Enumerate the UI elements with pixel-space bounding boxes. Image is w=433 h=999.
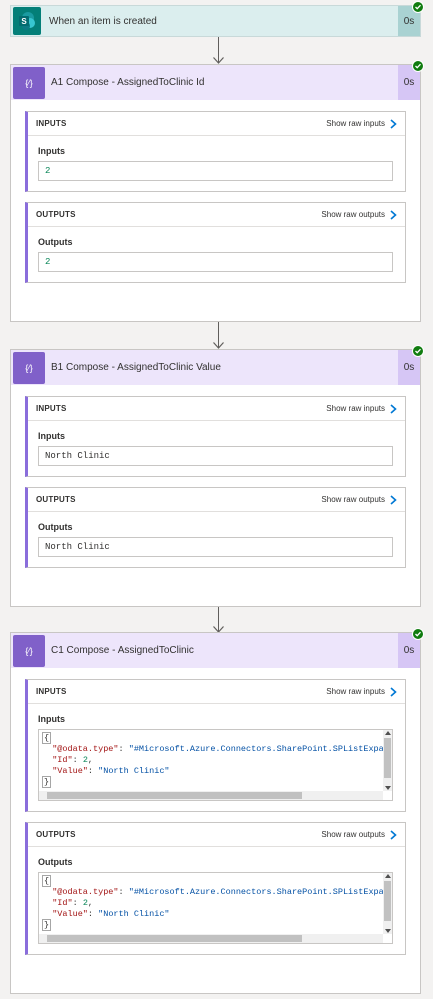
show-raw-outputs-label: Show raw outputs <box>321 210 385 219</box>
show-raw-outputs-link[interactable]: Show raw outputs <box>321 829 397 840</box>
svg-text:S: S <box>21 17 27 26</box>
scroll-up-icon[interactable] <box>385 731 391 735</box>
json-key: "Id" <box>52 898 73 908</box>
compose-step-c1[interactable]: {⁄} C1 Compose - AssignedToClinic 0s INP… <box>10 628 424 994</box>
compose-step-b1[interactable]: {⁄} B1 Compose - AssignedToClinic Value … <box>10 345 424 607</box>
json-key: "Value" <box>52 766 88 776</box>
horizontal-scrollbar[interactable] <box>39 791 383 800</box>
outputs-header: OUTPUTS <box>36 495 76 504</box>
show-raw-inputs-label: Show raw inputs <box>326 119 385 128</box>
chevron-right-icon <box>390 209 397 220</box>
inputs-value: 2 <box>38 161 393 181</box>
outputs-section: OUTPUTS Show raw outputs Outputs North C… <box>25 487 406 568</box>
outputs-section: OUTPUTS Show raw outputs Outputs 2 <box>25 202 406 283</box>
trigger-title: When an item is created <box>49 15 157 27</box>
chevron-right-icon <box>390 686 397 697</box>
success-check-icon <box>412 628 424 640</box>
show-raw-inputs-label: Show raw inputs <box>326 687 385 696</box>
inputs-json-editor[interactable]: { "@odata.type": "#Microsoft.Azure.Conne… <box>38 729 393 801</box>
outputs-value: 2 <box>38 252 393 272</box>
outputs-header: OUTPUTS <box>36 830 76 839</box>
vertical-scrollbar[interactable] <box>383 873 392 934</box>
step-title: B1 Compose - AssignedToClinic Value <box>51 362 221 373</box>
inputs-header: INPUTS <box>36 119 67 128</box>
json-close-brace: } <box>42 919 52 931</box>
json-open-brace: { <box>42 875 52 887</box>
show-raw-inputs-link[interactable]: Show raw inputs <box>326 686 397 697</box>
arrow-down-icon <box>213 342 224 349</box>
show-raw-inputs-link[interactable]: Show raw inputs <box>326 118 397 129</box>
show-raw-outputs-label: Show raw outputs <box>321 495 385 504</box>
outputs-label: Outputs <box>38 237 73 247</box>
json-key: "Id" <box>52 755 73 765</box>
json-key: "@odata.type" <box>52 887 119 897</box>
trigger-card[interactable]: S When an item is created 0s <box>10 1 424 37</box>
sharepoint-icon: S <box>13 7 41 35</box>
outputs-section: OUTPUTS Show raw outputs Outputs { "@oda… <box>25 822 406 955</box>
outputs-json-editor[interactable]: { "@odata.type": "#Microsoft.Azure.Conne… <box>38 872 393 944</box>
show-raw-inputs-link[interactable]: Show raw inputs <box>326 403 397 414</box>
outputs-label: Outputs <box>38 522 73 532</box>
inputs-header: INPUTS <box>36 404 67 413</box>
horizontal-scrollbar[interactable] <box>39 934 383 943</box>
show-raw-outputs-link[interactable]: Show raw outputs <box>321 209 397 220</box>
success-check-icon <box>412 60 424 72</box>
vertical-scrollbar[interactable] <box>383 730 392 791</box>
inputs-section: INPUTS Show raw inputs Inputs 2 <box>25 111 406 192</box>
json-open-brace: { <box>42 732 52 744</box>
compose-icon: {⁄} <box>13 351 45 384</box>
json-key: "@odata.type" <box>52 744 119 754</box>
scroll-up-icon[interactable] <box>385 874 391 878</box>
step-header[interactable]: {⁄} B1 Compose - AssignedToClinic Value … <box>11 350 420 385</box>
compose-step-a1[interactable]: {⁄} A1 Compose - AssignedToClinic Id 0s … <box>10 60 424 322</box>
show-raw-outputs-label: Show raw outputs <box>321 830 385 839</box>
json-value: 2 <box>82 755 88 765</box>
json-value: "North Clinic" <box>98 909 170 919</box>
chevron-right-icon <box>390 118 397 129</box>
inputs-value: North Clinic <box>38 446 393 466</box>
scroll-down-icon[interactable] <box>385 786 391 790</box>
json-value: "North Clinic" <box>98 766 170 776</box>
svg-text:{⁄}: {⁄} <box>25 363 33 373</box>
success-check-icon <box>412 1 424 13</box>
step-title: C1 Compose - AssignedToClinic <box>51 645 194 656</box>
svg-text:{⁄}: {⁄} <box>25 646 33 656</box>
step-title: A1 Compose - AssignedToClinic Id <box>51 77 205 88</box>
svg-text:{⁄}: {⁄} <box>25 78 33 88</box>
show-raw-inputs-label: Show raw inputs <box>326 404 385 413</box>
inputs-label: Inputs <box>38 146 65 156</box>
arrow-down-icon <box>213 57 224 64</box>
json-value: "#Microsoft.Azure.Connectors.SharePoint.… <box>128 744 384 754</box>
show-raw-outputs-link[interactable]: Show raw outputs <box>321 494 397 505</box>
json-close-brace: } <box>42 776 52 788</box>
chevron-right-icon <box>390 403 397 414</box>
compose-icon: {⁄} <box>13 634 45 667</box>
success-check-icon <box>412 345 424 357</box>
json-value: 2 <box>82 898 88 908</box>
chevron-right-icon <box>390 494 397 505</box>
inputs-section: INPUTS Show raw inputs Inputs { "@odata.… <box>25 679 406 812</box>
inputs-header: INPUTS <box>36 687 67 696</box>
outputs-value: North Clinic <box>38 537 393 557</box>
scroll-down-icon[interactable] <box>385 929 391 933</box>
compose-icon: {⁄} <box>13 66 45 99</box>
outputs-header: OUTPUTS <box>36 210 76 219</box>
inputs-section: INPUTS Show raw inputs Inputs North Clin… <box>25 396 406 477</box>
chevron-right-icon <box>390 829 397 840</box>
inputs-label: Inputs <box>38 431 65 441</box>
json-key: "Value" <box>52 909 88 919</box>
json-value: "#Microsoft.Azure.Connectors.SharePoint.… <box>128 887 384 897</box>
inputs-label: Inputs <box>38 714 65 724</box>
step-header[interactable]: {⁄} A1 Compose - AssignedToClinic Id 0s <box>11 65 420 100</box>
outputs-label: Outputs <box>38 857 73 867</box>
step-header[interactable]: {⁄} C1 Compose - AssignedToClinic 0s <box>11 633 420 668</box>
